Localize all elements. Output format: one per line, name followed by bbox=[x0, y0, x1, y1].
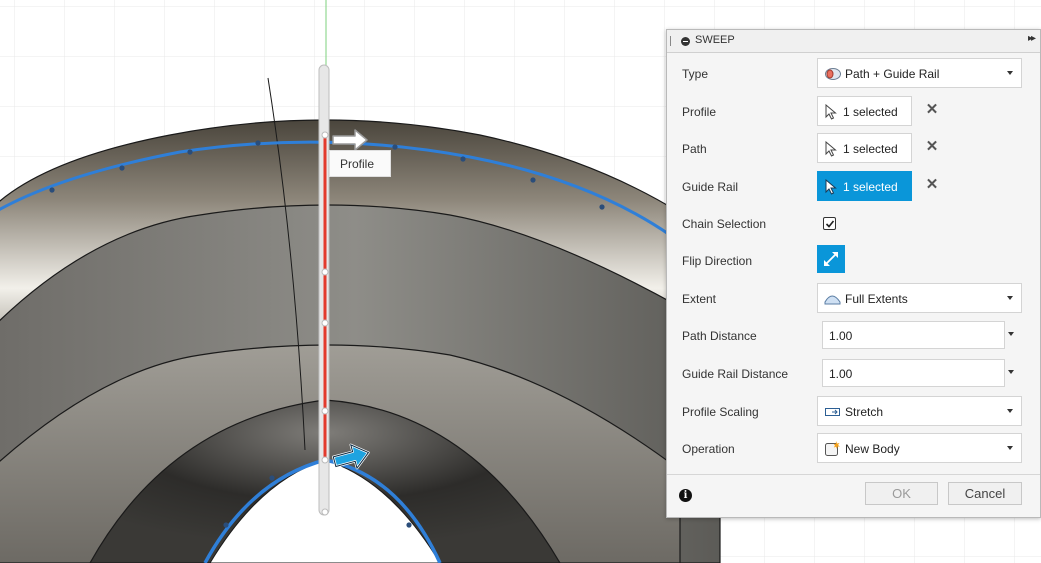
extent-row: Extent Full Extents bbox=[667, 282, 1040, 316]
cursor-arrow-icon bbox=[825, 141, 837, 157]
profile-scaling-dropdown[interactable]: Stretch bbox=[817, 396, 1022, 426]
expand-panel-icon[interactable]: ▸▸ bbox=[1028, 33, 1036, 44]
operation-row: Operation New Body bbox=[667, 432, 1040, 466]
cancel-button[interactable]: Cancel bbox=[948, 482, 1022, 505]
chain-selection-label: Chain Selection bbox=[682, 217, 767, 231]
path-selector[interactable]: 1 selected bbox=[817, 133, 912, 163]
dialog-header[interactable]: SWEEP ▸▸ bbox=[667, 30, 1040, 53]
path-label: Path bbox=[682, 142, 707, 156]
extent-label: Extent bbox=[682, 292, 717, 306]
drag-grip-icon[interactable] bbox=[670, 36, 671, 46]
type-row: Type Path + Guide Rail bbox=[667, 57, 1040, 91]
guide-rail-label: Guide Rail bbox=[682, 180, 739, 194]
chevron-down-icon bbox=[1007, 296, 1013, 300]
chain-selection-checkbox[interactable] bbox=[823, 217, 836, 230]
path-row: Path 1 selected ✕ bbox=[667, 132, 1040, 166]
profile-tooltip: Profile bbox=[329, 150, 391, 177]
profile-row: Profile 1 selected ✕ bbox=[667, 95, 1040, 129]
profile-scaling-label: Profile Scaling bbox=[682, 405, 759, 419]
guide-rail-distance-row: Guide Rail Distance 1.00 bbox=[667, 357, 1040, 391]
dialog-title: SWEEP bbox=[695, 34, 735, 46]
chevron-down-icon bbox=[1007, 71, 1013, 75]
clear-path-icon[interactable]: ✕ bbox=[925, 139, 939, 154]
cursor-arrow-icon bbox=[825, 179, 837, 195]
path-distance-value: 1.00 bbox=[829, 329, 853, 343]
extent-dropdown[interactable]: Full Extents bbox=[817, 283, 1022, 313]
profile-selector[interactable]: 1 selected bbox=[817, 96, 912, 126]
clear-guide-rail-icon[interactable]: ✕ bbox=[925, 177, 939, 192]
dialog-footer: i OK Cancel bbox=[667, 474, 1040, 518]
profile-scaling-row: Profile Scaling Stretch bbox=[667, 395, 1040, 429]
stretch-icon bbox=[825, 408, 840, 416]
extent-value: Full Extents bbox=[845, 292, 908, 306]
flip-direction-label: Flip Direction bbox=[682, 254, 753, 268]
profile-tooltip-text: Profile bbox=[340, 157, 375, 171]
guide-rail-distance-value: 1.00 bbox=[829, 367, 853, 381]
path-distance-row: Path Distance 1.00 bbox=[667, 319, 1040, 353]
guide-rail-distance-input[interactable]: 1.00 bbox=[822, 359, 1005, 387]
guide-rail-value: 1 selected bbox=[843, 180, 898, 194]
flip-direction-row: Flip Direction bbox=[667, 244, 1040, 278]
ok-button[interactable]: OK bbox=[865, 482, 938, 505]
type-value: Path + Guide Rail bbox=[845, 67, 940, 81]
guide-rail-selector[interactable]: 1 selected bbox=[817, 171, 912, 201]
sweep-dialog: SWEEP ▸▸ Type Path + Guide Rail Profile … bbox=[666, 29, 1041, 518]
profile-scaling-value: Stretch bbox=[845, 405, 884, 419]
flip-direction-button[interactable] bbox=[817, 245, 845, 273]
path-distance-input[interactable]: 1.00 bbox=[822, 321, 1005, 349]
checkmark-icon bbox=[825, 220, 835, 228]
operation-dropdown[interactable]: New Body bbox=[817, 433, 1022, 463]
type-dropdown[interactable]: Path + Guide Rail bbox=[817, 58, 1022, 88]
flip-arrows-icon bbox=[824, 252, 838, 266]
full-extents-icon bbox=[824, 295, 841, 305]
path-value: 1 selected bbox=[843, 142, 898, 156]
guide-rail-row: Guide Rail 1 selected ✕ bbox=[667, 170, 1040, 204]
path-guide-rail-icon bbox=[825, 68, 841, 80]
cursor-arrow-icon bbox=[825, 104, 837, 120]
path-distance-dropdown-icon[interactable] bbox=[1008, 332, 1014, 336]
chevron-down-icon bbox=[1007, 446, 1013, 450]
profile-label: Profile bbox=[682, 105, 717, 119]
clear-profile-icon[interactable]: ✕ bbox=[925, 102, 939, 117]
minus-circle-icon bbox=[681, 37, 690, 46]
guide-rail-distance-label: Guide Rail Distance bbox=[682, 367, 789, 381]
chevron-down-icon bbox=[1007, 409, 1013, 413]
type-label: Type bbox=[682, 67, 709, 81]
info-icon[interactable]: i bbox=[679, 489, 692, 502]
operation-label: Operation bbox=[682, 442, 735, 456]
profile-value: 1 selected bbox=[843, 105, 898, 119]
new-body-icon bbox=[825, 441, 840, 456]
operation-value: New Body bbox=[845, 442, 900, 456]
path-distance-label: Path Distance bbox=[682, 329, 757, 343]
guide-rail-distance-dropdown-icon[interactable] bbox=[1008, 370, 1014, 374]
chain-selection-row: Chain Selection bbox=[667, 207, 1040, 241]
